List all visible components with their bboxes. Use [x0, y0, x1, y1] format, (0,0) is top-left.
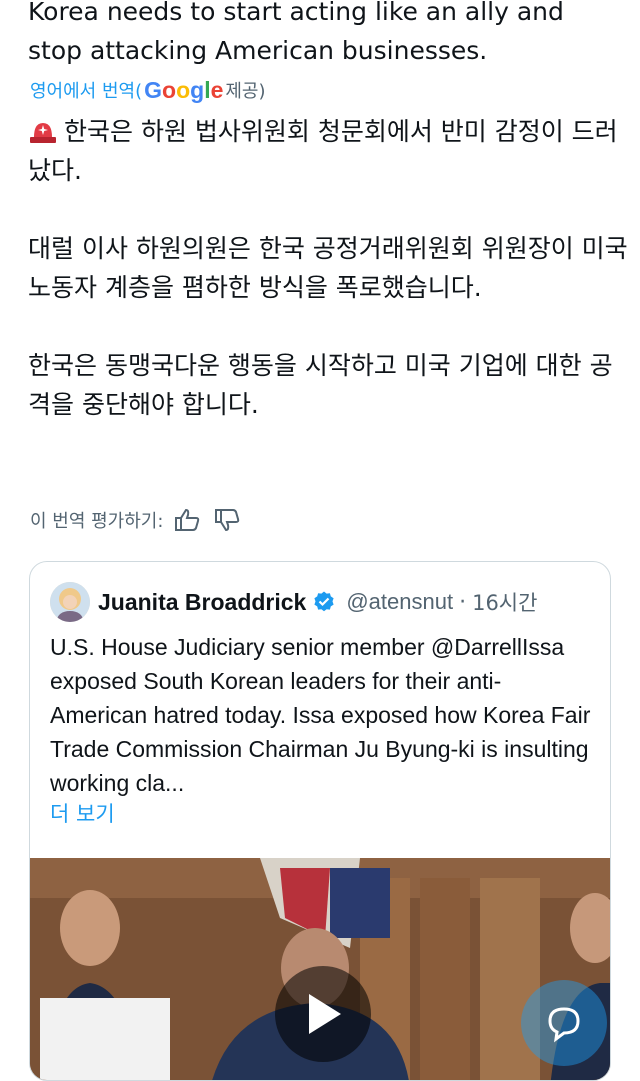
- video-thumbnail[interactable]: [30, 858, 610, 1080]
- rate-translation-label: 이 번역 평가하기:: [30, 511, 164, 532]
- translated-paragraph: 대럴 이사 하원의원은 한국 공정거래위원회 위원장이 미국 노동자 계층을 폄…: [28, 234, 628, 302]
- chat-bubble-icon[interactable]: [521, 980, 607, 1066]
- verified-badge-icon: [312, 590, 336, 614]
- author-name[interactable]: Juanita Broaddrick: [98, 589, 306, 616]
- quoted-tweet-header: Juanita Broaddrick @atensnut · 16시간: [50, 580, 537, 624]
- rate-translation: 이 번역 평가하기:: [30, 503, 243, 537]
- translated-paragraph: 한국은 동맹국다운 행동을 시작하고 미국 기업에 대한 공격을 중단해야 합니…: [28, 351, 613, 419]
- provider-suffix: 제공): [225, 81, 266, 102]
- author-handle[interactable]: @atensnut: [346, 589, 453, 615]
- play-icon[interactable]: [275, 966, 371, 1062]
- translation-attribution: 영어에서 번역( Google 제공): [30, 76, 266, 104]
- translated-text: 한국은 하원 법사위원회 청문회에서 반미 감정이 드러났다. 대럴 이사 하원…: [28, 112, 628, 424]
- original-tweet-text: Korea needs to start acting like an ally…: [28, 0, 564, 65]
- thumbs-down-icon[interactable]: [213, 507, 243, 533]
- avatar[interactable]: [50, 582, 90, 622]
- translated-paragraph: 한국은 하원 법사위원회 청문회에서 반미 감정이 드러났다.: [28, 115, 618, 185]
- timestamp[interactable]: 16시간: [472, 587, 537, 617]
- quoted-tweet-card[interactable]: Juanita Broaddrick @atensnut · 16시간 U.S.…: [29, 561, 611, 1081]
- siren-icon: [28, 115, 58, 145]
- translated-from-label: 영어에서 번역(: [30, 81, 143, 102]
- separator: ·: [459, 589, 467, 615]
- google-logo: Google: [144, 76, 224, 103]
- thumbs-up-icon[interactable]: [173, 507, 203, 533]
- quoted-tweet-text: U.S. House Judiciary senior member @Darr…: [50, 634, 591, 796]
- show-more-link[interactable]: 더 보기: [50, 798, 115, 828]
